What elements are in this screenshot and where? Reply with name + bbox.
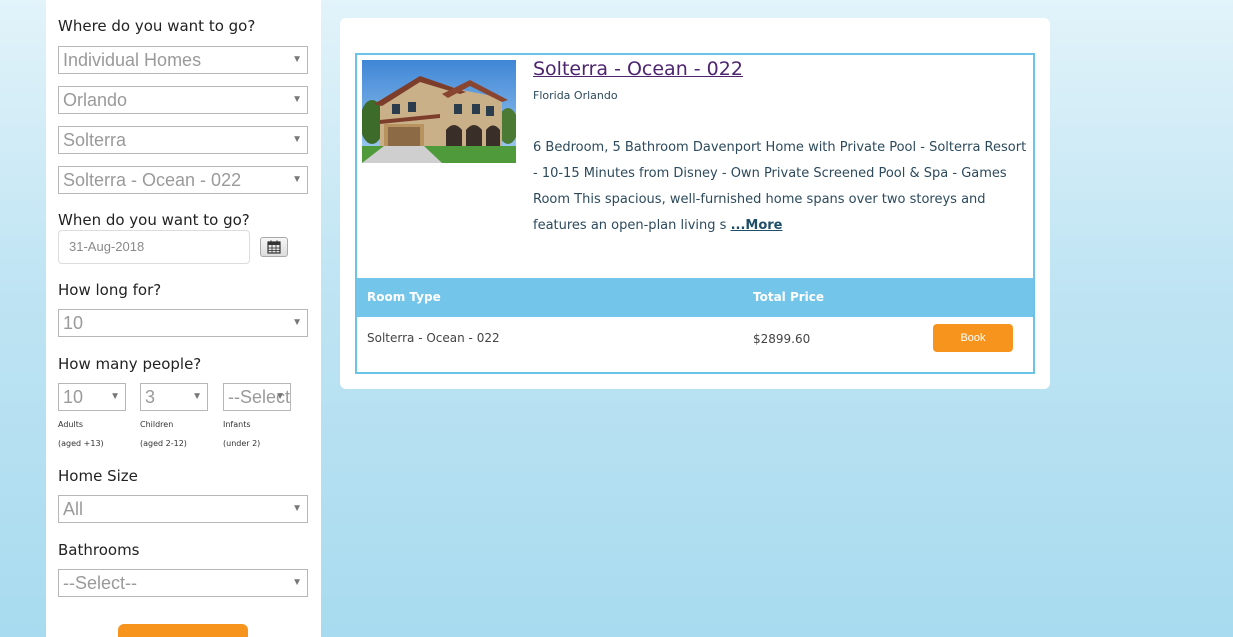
home-size-value: All: [63, 499, 84, 519]
home-size-label: Home Size: [58, 467, 138, 485]
infants-age-label: (under 2): [223, 439, 261, 448]
calendar-button[interactable]: [260, 237, 288, 257]
property-title-link[interactable]: Solterra - Ocean - 022: [533, 58, 743, 80]
book-button[interactable]: Book: [933, 324, 1013, 352]
calendar-icon: [267, 240, 281, 254]
people-label: How many people?: [58, 355, 202, 373]
chevron-down-icon: ▼: [292, 317, 302, 328]
city-select[interactable]: Orlando ▼: [58, 86, 308, 114]
children-value: 3: [145, 387, 156, 407]
accommodation-type-select[interactable]: Individual Homes ▼: [58, 46, 308, 74]
room-type-cell: Solterra - Ocean - 022: [367, 331, 500, 345]
adults-label: Adults: [58, 420, 84, 429]
chevron-down-icon: ▼: [292, 134, 302, 145]
property-result: Solterra - Ocean - 022 Florida Orlando 6…: [355, 53, 1035, 374]
chevron-down-icon: ▼: [292, 577, 302, 588]
infants-select[interactable]: --Select-- ▼: [223, 383, 291, 411]
house-image: [362, 60, 516, 163]
bathrooms-select[interactable]: --Select-- ▼: [58, 569, 308, 597]
where-label: Where do you want to go?: [58, 17, 256, 35]
how-long-label: How long for?: [58, 281, 162, 299]
chevron-down-icon: ▼: [275, 391, 285, 402]
more-link[interactable]: ...More: [731, 218, 783, 233]
property-location: Florida Orlando: [533, 89, 618, 102]
search-sidebar: Where do you want to go? Individual Home…: [46, 0, 321, 637]
chevron-down-icon: ▼: [292, 503, 302, 514]
results-panel: Solterra - Ocean - 022 Florida Orlando 6…: [340, 18, 1050, 389]
resort-value: Solterra: [63, 130, 127, 150]
total-price-header: Total Price: [753, 290, 825, 304]
chevron-down-icon: ▼: [110, 391, 120, 402]
home-size-select[interactable]: All ▼: [58, 495, 308, 523]
property-description: 6 Bedroom, 5 Bathroom Davenport Home wit…: [533, 135, 1031, 239]
chevron-down-icon: ▼: [292, 54, 302, 65]
nights-select[interactable]: 10 ▼: [58, 309, 308, 337]
total-price-cell: $2899.60: [753, 332, 811, 346]
property-photo[interactable]: [362, 60, 516, 163]
children-select[interactable]: 3 ▼: [140, 383, 208, 411]
when-label: When do you want to go?: [58, 211, 250, 229]
property-value: Solterra - Ocean - 022: [63, 170, 242, 190]
resort-select[interactable]: Solterra ▼: [58, 126, 308, 154]
search-button[interactable]: [118, 624, 248, 637]
property-select[interactable]: Solterra - Ocean - 022 ▼: [58, 166, 308, 194]
bathrooms-value: --Select--: [63, 573, 138, 593]
nights-value: 10: [63, 313, 84, 333]
adults-value: 10: [63, 387, 84, 407]
city-value: Orlando: [63, 90, 128, 110]
chevron-down-icon: ▼: [292, 174, 302, 185]
children-label: Children: [140, 420, 174, 429]
rooms-table-header: Room Type Total Price: [357, 278, 1033, 317]
adults-select[interactable]: 10 ▼: [58, 383, 126, 411]
bathrooms-label: Bathrooms: [58, 541, 140, 559]
chevron-down-icon: ▼: [192, 391, 202, 402]
room-type-header: Room Type: [367, 290, 441, 304]
accommodation-type-value: Individual Homes: [63, 50, 202, 70]
adults-age-label: (aged +13): [58, 439, 104, 448]
chevron-down-icon: ▼: [292, 94, 302, 105]
children-age-label: (aged 2-12): [140, 439, 187, 448]
date-input[interactable]: 31-Aug-2018: [58, 230, 250, 264]
infants-label: Infants: [223, 420, 251, 429]
